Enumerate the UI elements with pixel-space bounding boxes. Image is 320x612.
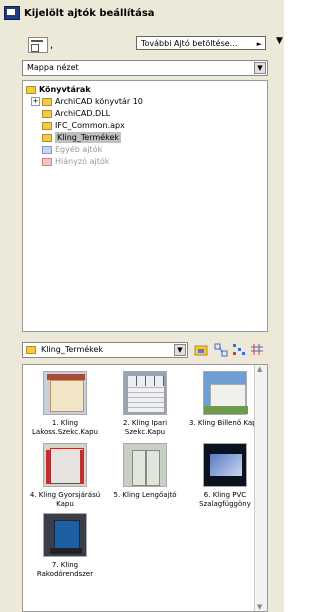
chevron-down-icon[interactable]: ▼ bbox=[276, 36, 283, 46]
load-more-label: További Ajtó betöltése... bbox=[141, 39, 238, 48]
door-settings-panel: Kijelölt ajtók beállítása , További Ajtó… bbox=[0, 0, 284, 612]
folder-icon bbox=[42, 133, 52, 142]
tree-root-label: Könyvtárak bbox=[39, 85, 91, 94]
door-item[interactable]: 3. Kling Billenő Kapu bbox=[187, 371, 263, 428]
door-thumbnail-icon bbox=[43, 443, 87, 487]
grid-scrollbar[interactable] bbox=[254, 365, 267, 611]
tree-item-archicad-dll[interactable]: ArchiCAD.DLL bbox=[42, 108, 110, 119]
tree-item-label: Hiányzó ajtók bbox=[55, 157, 110, 166]
details-view-icon[interactable] bbox=[250, 343, 264, 357]
folder-icon bbox=[42, 97, 52, 106]
door-item[interactable]: 1. Kling Lakoss.Szekc.Kapu bbox=[27, 371, 103, 437]
folder-icon bbox=[42, 121, 52, 130]
door-item-label: 2. Kling Ipari Szekc.Kapu bbox=[122, 419, 168, 436]
list-view-icon[interactable] bbox=[214, 343, 228, 357]
tree-item-archicad-library[interactable]: + ArchiCAD könyvtár 10 bbox=[31, 96, 143, 107]
toolbar-comma: , bbox=[50, 40, 54, 51]
door-item-label: 6. Kling PVC Szalagfüggöny bbox=[199, 491, 251, 508]
tree-item-label: Egyéb ajtók bbox=[55, 145, 103, 154]
panel-icon bbox=[4, 6, 20, 20]
door-item-label: 5. Kling Lengőajtó bbox=[113, 491, 177, 499]
view-icon[interactable] bbox=[28, 37, 48, 53]
door-thumbnail-icon bbox=[203, 371, 248, 415]
door-item[interactable]: 5. Kling Lengőajtó bbox=[107, 443, 183, 500]
chevron-right-icon: ► bbox=[256, 40, 262, 48]
door-thumbnail-icon bbox=[43, 371, 87, 415]
folder-toolbar: Kling_Termékek ▼ bbox=[22, 342, 268, 360]
view-select-value: Mappa nézet bbox=[27, 63, 79, 72]
door-item[interactable]: 7. Kling Rakodórendszer bbox=[27, 513, 103, 579]
folder-icon bbox=[42, 145, 52, 154]
load-more-doors-button[interactable]: További Ajtó betöltése... ► bbox=[136, 36, 266, 50]
top-toolbar: , További Ajtó betöltése... ► ▼ bbox=[28, 34, 284, 54]
tree-item-label-selected: Kling_Termékek bbox=[55, 132, 122, 143]
door-item[interactable]: 2. Kling Ipari Szekc.Kapu bbox=[107, 371, 183, 437]
tree-item-missing-doors[interactable]: Hiányzó ajtók bbox=[42, 156, 109, 167]
door-thumbnail-icon bbox=[203, 443, 247, 487]
tree-item-label: IFC_Common.apx bbox=[55, 121, 125, 130]
tree-item-ifc-common[interactable]: IFC_Common.apx bbox=[42, 120, 125, 131]
tree-item-label: ArchiCAD.DLL bbox=[55, 109, 111, 118]
folder-select-value: Kling_Termékek bbox=[41, 345, 104, 354]
folder-up-icon[interactable] bbox=[194, 343, 208, 357]
door-item[interactable]: 4. Kling Gyorsjárású Kapu bbox=[27, 443, 103, 509]
door-item[interactable]: 6. Kling PVC Szalagfüggöny bbox=[187, 443, 263, 509]
door-item-label: 1. Kling Lakoss.Szekc.Kapu bbox=[32, 419, 98, 436]
expand-plus-icon[interactable]: + bbox=[31, 97, 40, 106]
folder-icon bbox=[26, 346, 36, 354]
door-item-label: 4. Kling Gyorsjárású Kapu bbox=[29, 491, 101, 508]
door-thumbnail-icon bbox=[43, 513, 87, 557]
door-thumbnail-grid[interactable]: 1. Kling Lakoss.Szekc.Kapu 2. Kling Ipar… bbox=[22, 364, 268, 612]
dropdown-arrow-icon[interactable]: ▼ bbox=[254, 62, 266, 74]
small-icons-view-icon[interactable] bbox=[232, 343, 246, 357]
folder-icon bbox=[42, 157, 52, 166]
dropdown-arrow-icon[interactable]: ▼ bbox=[174, 344, 186, 356]
folder-select[interactable]: Kling_Termékek ▼ bbox=[22, 342, 188, 358]
door-item-label: 3. Kling Billenő Kapu bbox=[188, 419, 261, 427]
folder-icon bbox=[26, 85, 36, 94]
tree-item-label: ArchiCAD könyvtár 10 bbox=[55, 97, 143, 106]
tree-item-kling-products[interactable]: Kling_Termékek bbox=[42, 132, 122, 143]
tree-item-other-doors[interactable]: Egyéb ajtók bbox=[42, 144, 102, 155]
door-item-label: 7. Kling Rakodórendszer bbox=[36, 561, 94, 578]
panel-titlebar: Kijelölt ajtók beállítása bbox=[4, 4, 280, 22]
door-thumbnail-icon bbox=[123, 371, 167, 415]
door-thumbnail-icon bbox=[123, 443, 167, 487]
tree-root[interactable]: Könyvtárak bbox=[26, 84, 91, 95]
folder-icon bbox=[42, 109, 52, 118]
library-tree[interactable]: Könyvtárak + ArchiCAD könyvtár 10 ArchiC… bbox=[22, 80, 268, 332]
view-select[interactable]: Mappa nézet ▼ bbox=[22, 60, 268, 76]
panel-title: Kijelölt ajtók beállítása bbox=[24, 7, 155, 19]
